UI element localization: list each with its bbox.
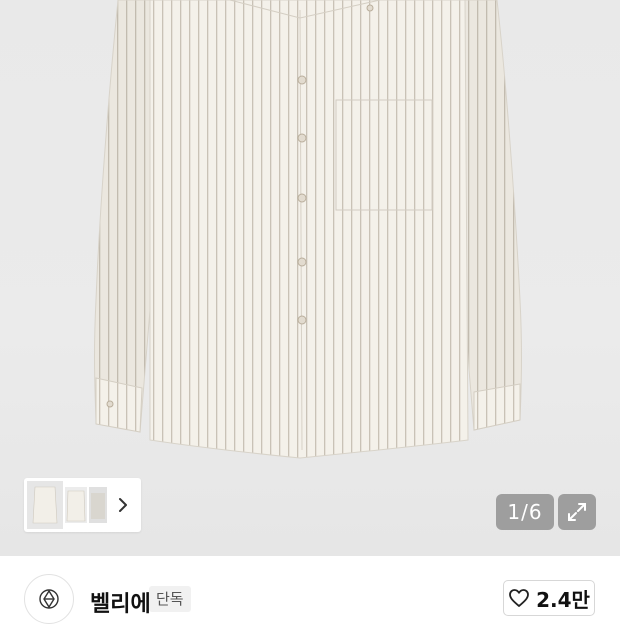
product-image-gallery[interactable]: 1/6 (0, 0, 620, 556)
like-count: 2.4만 (536, 587, 590, 612)
brand-logo-icon (39, 589, 59, 609)
exclusive-badge: 단독 (149, 586, 191, 612)
brand-name[interactable]: 벨리에 (90, 586, 151, 618)
expand-icon (568, 503, 586, 521)
brand-logo[interactable] (24, 574, 74, 624)
page-counter: 1/6 (496, 494, 554, 530)
brand-bar: 벨리에 단독 2.4만 (0, 556, 620, 624)
fullscreen-button[interactable] (558, 494, 596, 530)
thumbnail-strip[interactable] (24, 478, 141, 532)
chevron-right-icon[interactable] (109, 481, 137, 529)
heart-icon (509, 589, 529, 607)
like-button[interactable]: 2.4만 (503, 580, 595, 616)
product-photo (94, 0, 522, 459)
thumbnail-images[interactable] (27, 481, 109, 529)
